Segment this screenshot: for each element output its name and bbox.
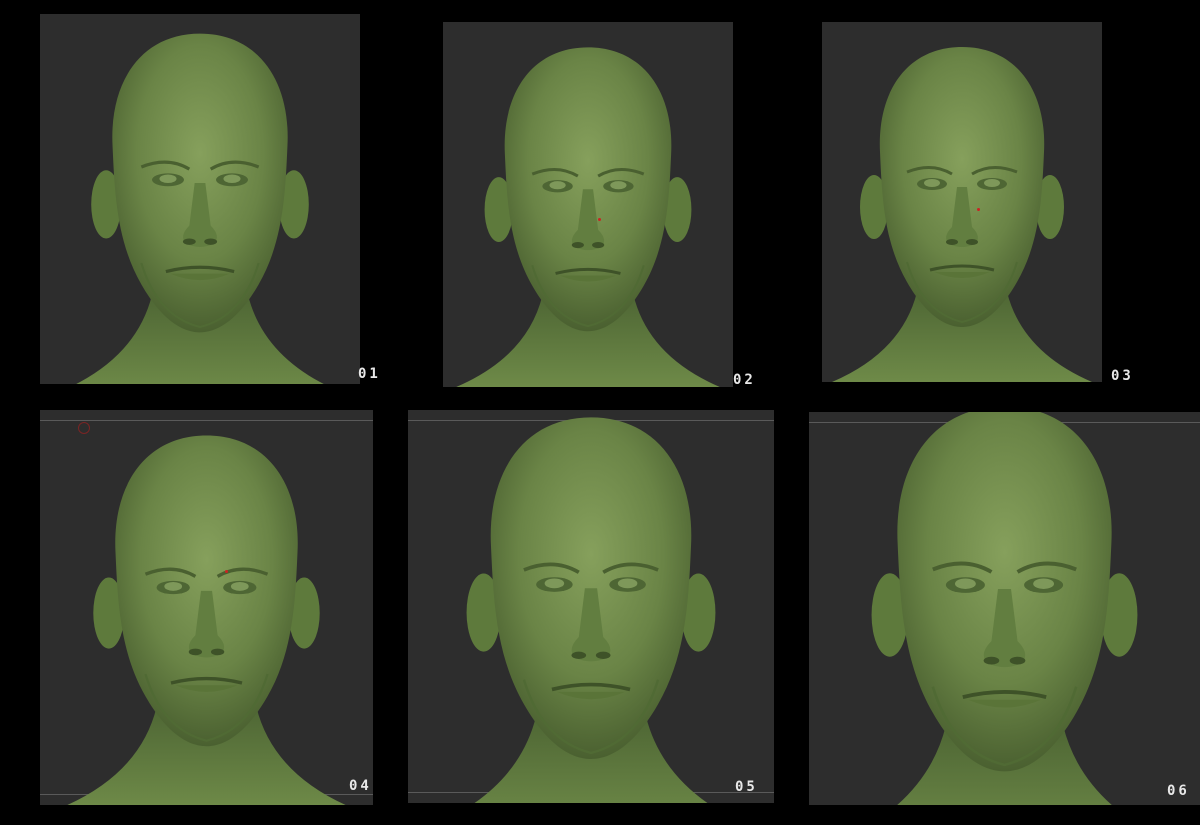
viewport-marker-icon — [225, 570, 228, 573]
head-sculpt-icon — [833, 412, 1176, 805]
sculpt-panel-01 — [40, 14, 360, 384]
head-sculpt-icon — [830, 45, 1094, 382]
panel-label-03: 03 — [1111, 368, 1134, 384]
panel-label-06: 06 — [1167, 783, 1190, 799]
panel-label-04: 04 — [349, 778, 372, 794]
viewport-marker-icon — [598, 218, 601, 221]
sculpt-panel-05 — [408, 410, 774, 803]
sculpt-panel-02 — [443, 22, 733, 387]
head-sculpt-icon — [454, 45, 722, 387]
head-sculpt-icon — [60, 433, 353, 805]
viewport-marker-icon — [78, 422, 90, 434]
sculpt-panel-04 — [40, 410, 373, 805]
panel-label-01: 01 — [358, 366, 381, 382]
panel-label-02: 02 — [733, 372, 756, 388]
head-sculpt-icon — [59, 32, 341, 384]
head-sculpt-icon — [430, 415, 752, 803]
viewport-marker-icon — [977, 208, 980, 211]
sculpt-panel-03 — [822, 22, 1102, 382]
panel-label-05: 05 — [735, 779, 758, 795]
sculpt-panel-06 — [809, 412, 1200, 805]
